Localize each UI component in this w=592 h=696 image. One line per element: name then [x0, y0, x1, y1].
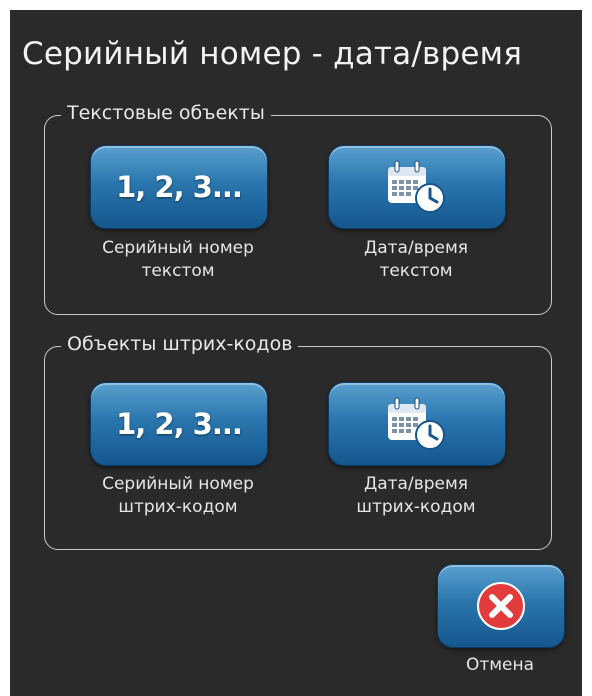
- group-legend: Объекты штрих-кодов: [61, 333, 299, 355]
- serial-number-text-button[interactable]: 1, 2, 3...: [90, 145, 268, 229]
- caption-line: штрих-кодом: [356, 497, 476, 517]
- caption-line: Дата/время: [363, 474, 469, 494]
- datetime-barcode-button[interactable]: [328, 382, 506, 466]
- cancel-label: Отмена: [465, 655, 535, 675]
- caption-line: Дата/время: [363, 238, 469, 258]
- calendar-clock-icon: [388, 397, 445, 450]
- caption-line: текстом: [379, 261, 453, 281]
- caption-line: Серийный номер: [102, 474, 254, 494]
- cancel-button[interactable]: [437, 564, 565, 648]
- serial-number-icon: 1, 2, 3...: [116, 407, 243, 441]
- datetime-text-button[interactable]: [328, 145, 506, 229]
- caption-line: текстом: [141, 261, 215, 281]
- caption-line: штрих-кодом: [118, 497, 238, 517]
- caption-line: Серийный номер: [102, 238, 254, 258]
- serial-number-barcode-button[interactable]: 1, 2, 3...: [90, 382, 268, 466]
- serial-number-barcode-caption: Серийный номер штрих-кодом: [78, 473, 278, 519]
- datetime-text-caption: Дата/время текстом: [316, 237, 516, 283]
- datetime-barcode-caption: Дата/время штрих-кодом: [316, 473, 516, 519]
- serial-number-icon: 1, 2, 3...: [116, 170, 243, 204]
- group-legend: Текстовые объекты: [61, 102, 271, 124]
- close-icon: [477, 582, 525, 630]
- page-title: Серийный номер - дата/время: [22, 36, 523, 72]
- serial-number-text-caption: Серийный номер текстом: [78, 237, 278, 283]
- calendar-clock-icon: [388, 160, 445, 213]
